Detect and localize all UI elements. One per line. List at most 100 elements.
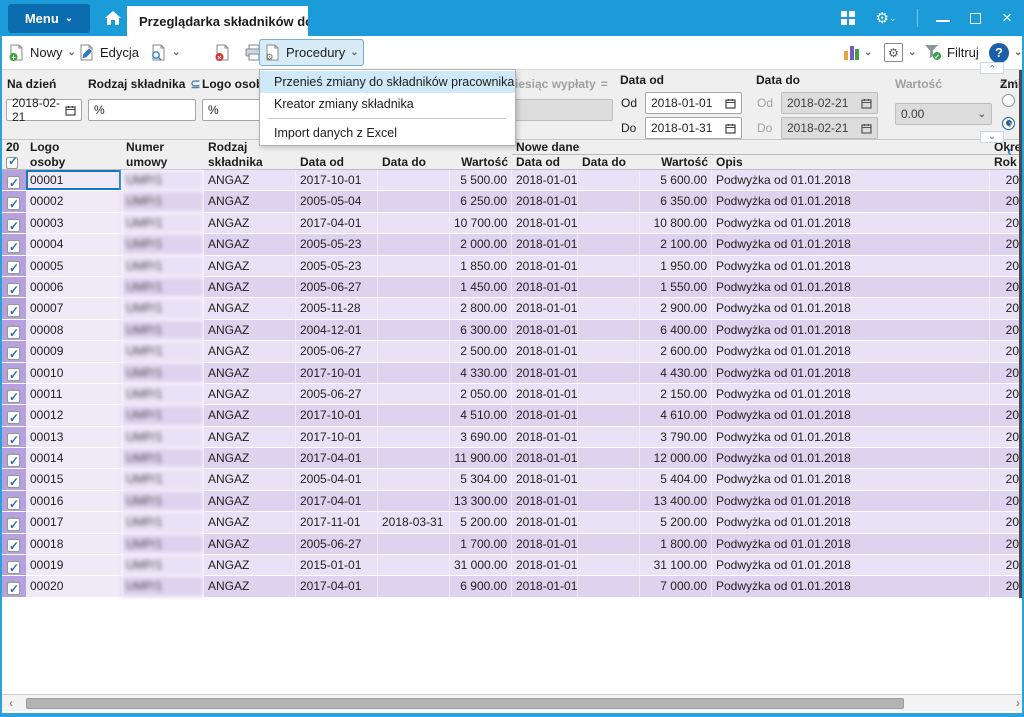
cell-n_data_do[interactable] (578, 212, 640, 234)
row-select-cell[interactable] (0, 555, 26, 576)
cell-numer[interactable]: UMP/1 (122, 170, 204, 191)
cell-data_od[interactable]: 2005-04-01 (296, 469, 378, 490)
cell-opis[interactable]: Podwyżka od 01.01.2018 (712, 362, 990, 383)
cell-rodzaj[interactable]: ANGAZ (204, 533, 296, 555)
table-row[interactable]: 00018UMP/1ANGAZ2005-06-27 1 700.002018-01… (0, 533, 1024, 556)
row-select-cell[interactable] (0, 319, 26, 341)
cell-n_data_do[interactable] (578, 191, 640, 212)
cell-data_do[interactable] (378, 234, 450, 255)
cell-n_data_do[interactable] (578, 448, 640, 469)
cell-n_wartosc[interactable]: 2 100.00 (640, 234, 712, 255)
cell-data_do[interactable] (378, 383, 450, 405)
cell-logo[interactable]: 00005 (26, 255, 122, 276)
cell-data_do[interactable] (378, 469, 450, 490)
scroll-left-arrow-icon[interactable]: ‹ (0, 696, 22, 710)
home-icon[interactable] (102, 8, 124, 28)
row-select-cell[interactable] (0, 234, 26, 255)
cell-opis[interactable]: Podwyżka od 01.01.2018 (712, 576, 990, 597)
cell-numer[interactable]: UMP/1 (122, 533, 204, 555)
cell-n_data_od[interactable]: 2018-01-01 (512, 512, 578, 533)
grid-settings-button[interactable]: ⚙ ⌄ (880, 39, 920, 66)
cell-numer[interactable]: UMP/1 (122, 469, 204, 490)
cell-logo[interactable]: 00010 (26, 362, 122, 383)
cell-logo[interactable]: 00011 (26, 383, 122, 405)
cell-n_data_od[interactable]: 2018-01-01 (512, 362, 578, 383)
cell-wartosc[interactable]: 31 000.00 (450, 555, 512, 576)
cell-opis[interactable]: Podwyżka od 01.01.2018 (712, 383, 990, 405)
cell-opis[interactable]: Podwyżka od 01.01.2018 (712, 276, 990, 298)
cell-logo[interactable]: 00003 (26, 212, 122, 234)
column-header-numer[interactable]: Numer (122, 140, 204, 155)
rodzaj-skladnika-input[interactable]: % (88, 99, 196, 121)
cell-numer[interactable]: UMP/1 (122, 255, 204, 276)
cell-logo[interactable]: 00008 (26, 319, 122, 341)
row-select-cell[interactable] (0, 383, 26, 405)
menu-item[interactable]: Przenieś zmiany do składników pracownika (260, 71, 515, 93)
cell-wartosc[interactable]: 2 050.00 (450, 383, 512, 405)
cell-n_data_od[interactable]: 2018-01-01 (512, 212, 578, 234)
cell-n_data_do[interactable] (578, 490, 640, 512)
cell-wartosc[interactable]: 6 900.00 (450, 576, 512, 597)
apps-grid-icon[interactable] (837, 3, 859, 33)
cell-numer[interactable]: UMP/1 (122, 298, 204, 319)
cell-data_do[interactable] (378, 490, 450, 512)
cell-rodzaj[interactable]: ANGAZ (204, 362, 296, 383)
cell-n_data_od[interactable]: 2018-01-01 (512, 426, 578, 448)
cell-logo[interactable]: 00013 (26, 426, 122, 448)
cell-n_data_do[interactable] (578, 383, 640, 405)
cell-opis[interactable]: Podwyżka od 01.01.2018 (712, 298, 990, 319)
new-button[interactable]: + Nowy ⌄ (4, 39, 80, 66)
cell-n_wartosc[interactable]: 12 000.00 (640, 448, 712, 469)
data-do-do-input[interactable]: 2018-02-21 (781, 117, 878, 139)
row-checkbox[interactable] (7, 387, 20, 404)
cell-wartosc[interactable]: 1 700.00 (450, 533, 512, 555)
cell-logo[interactable]: 00015 (26, 469, 122, 490)
edit-button[interactable]: Edycja (74, 39, 143, 66)
cell-data_do[interactable] (378, 576, 450, 597)
row-select-cell[interactable] (0, 298, 26, 319)
cell-n_data_od[interactable]: 2018-01-01 (512, 276, 578, 298)
row-select-cell[interactable] (0, 341, 26, 362)
row-checkbox[interactable] (7, 173, 20, 190)
cell-data_do[interactable] (378, 212, 450, 234)
row-checkbox[interactable] (7, 344, 20, 362)
row-checkbox[interactable] (7, 280, 20, 297)
tab-przegladarka-skladnikow[interactable]: Przeglądarka składników do (127, 6, 308, 36)
row-checkbox[interactable] (7, 536, 20, 554)
cell-data_od[interactable]: 2005-06-27 (296, 341, 378, 362)
maximize-button[interactable] (964, 3, 986, 33)
cell-wartosc[interactable]: 1 850.00 (450, 255, 512, 276)
row-select-cell[interactable] (0, 448, 26, 469)
cell-n_data_od[interactable]: 2018-01-01 (512, 341, 578, 362)
table-row[interactable]: 00007UMP/1ANGAZ2005-11-28 2 800.002018-01… (0, 298, 1024, 320)
select-all-cell[interactable] (0, 155, 26, 170)
cell-n_wartosc[interactable]: 1 950.00 (640, 255, 712, 276)
cell-data_od[interactable]: 2017-10-01 (296, 170, 378, 191)
cell-n_data_do[interactable] (578, 341, 640, 362)
cell-logo[interactable]: 00012 (26, 405, 122, 426)
row-checkbox[interactable] (7, 579, 20, 597)
cell-n_wartosc[interactable]: 10 800.00 (640, 212, 712, 234)
cell-data_do[interactable] (378, 298, 450, 319)
cell-wartosc[interactable]: 6 300.00 (450, 319, 512, 341)
cell-n_data_do[interactable] (578, 555, 640, 576)
row-select-cell[interactable] (0, 212, 26, 234)
cell-n_data_od[interactable]: 2018-01-01 (512, 170, 578, 191)
table-row[interactable]: 00016UMP/1ANGAZ2017-04-01 13 300.002018-0… (0, 490, 1024, 513)
cell-opis[interactable]: Podwyżka od 01.01.2018 (712, 191, 990, 212)
row-select-cell[interactable] (0, 426, 26, 448)
cell-numer[interactable]: UMP/1 (122, 383, 204, 405)
row-checkbox[interactable] (7, 365, 20, 383)
cell-opis[interactable]: Podwyżka od 01.01.2018 (712, 512, 990, 533)
miesiac-wyplaty-input[interactable] (505, 99, 613, 121)
cell-opis[interactable]: Podwyżka od 01.01.2018 (712, 490, 990, 512)
cell-data_do[interactable] (378, 362, 450, 383)
table-row[interactable]: 00008UMP/1ANGAZ2004-12-01 6 300.002018-01… (0, 319, 1024, 342)
cell-data_do[interactable] (378, 170, 450, 191)
cell-data_do[interactable] (378, 448, 450, 469)
row-checkbox[interactable] (7, 258, 20, 276)
minimize-button[interactable] (932, 3, 954, 33)
cell-data_od[interactable]: 2017-10-01 (296, 405, 378, 426)
okres-expand-icon[interactable]: ‹ (1007, 143, 1012, 160)
cell-n_wartosc[interactable]: 7 000.00 (640, 576, 712, 597)
